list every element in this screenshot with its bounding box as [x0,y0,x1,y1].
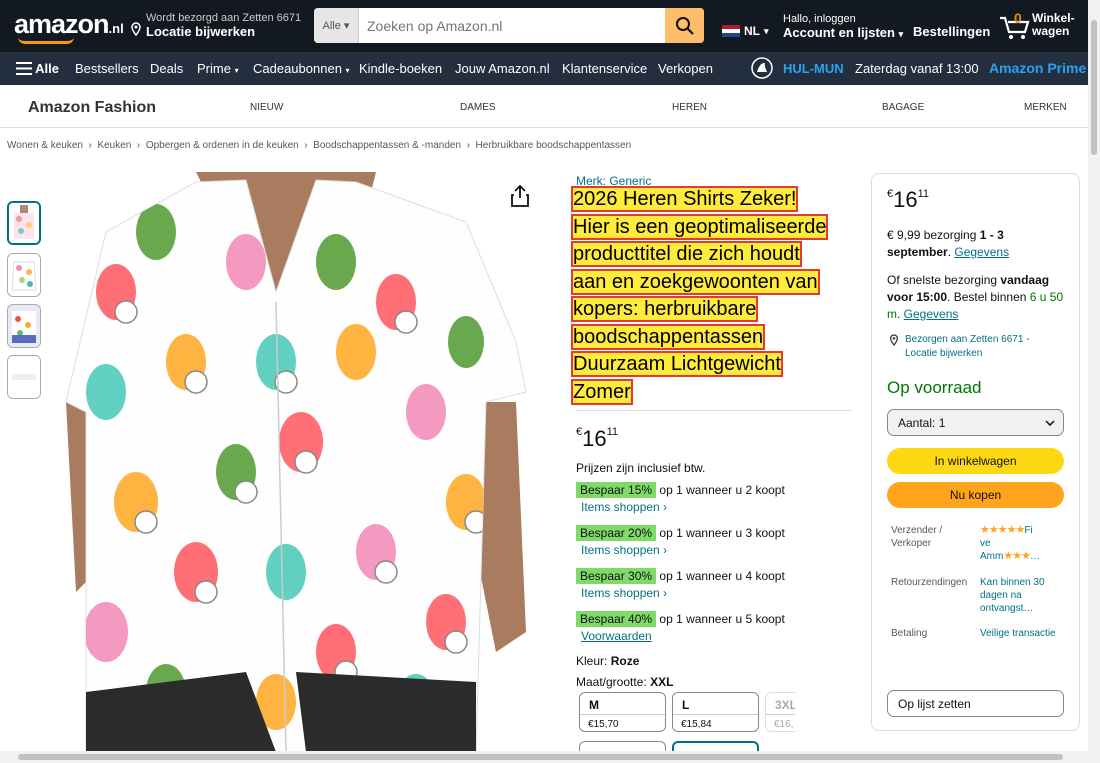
fashion-nav-heren[interactable]: HEREN [672,102,707,113]
shipper-label: Verzender / Verkoper [891,525,943,549]
search-button[interactable] [665,8,704,43]
savings-offer: Bespaar 40% op 1 wanneer u 5 koopt [576,611,785,627]
breadcrumb-item[interactable]: Keuken [97,140,131,151]
shop-items-link[interactable]: Items shoppen › [581,586,667,600]
size-option-l[interactable]: L €15,84 [672,692,759,732]
account-menu[interactable]: Hallo, inloggen Account en lijsten ▾ [783,13,903,40]
nav-cadeaubonnen[interactable]: Cadeaubonnen ▾ [253,61,350,76]
location-pin-icon [130,22,142,39]
size-option-3xl[interactable]: 3XL€16,… [765,692,795,732]
vertical-scrollbar[interactable] [1088,0,1100,763]
savings-offer: Bespaar 30% op 1 wanneer u 4 koopt [576,568,785,584]
divider [576,410,852,411]
search-category-select[interactable]: Alle ▾ [314,8,359,43]
nav-bar: Alle Bestsellers Deals Prime ▾ Cadeaubon… [0,52,1100,85]
all-menu-button[interactable]: Alle [16,61,59,76]
location-pin-icon [890,334,898,346]
conditions-link[interactable]: Voorwaarden [581,629,652,643]
cart-button[interactable]: 0 Winkel-wagen [998,10,1098,42]
add-to-list-button[interactable]: Op lijst zetten [887,690,1064,717]
payment-value[interactable]: Veilige transactie [980,627,1064,640]
vat-note: Prijzen zijn inclusief btw. [576,461,706,475]
rating-stars-icon: ★★★★★ [980,524,1025,536]
language-selector[interactable]: NL ▾ [722,24,769,38]
thumbnail-2[interactable] [7,253,41,297]
search-bar: Alle ▾ [314,8,704,43]
fashion-subnav: Amazon Fashion NIEUW DAMES HEREN BAGAGE … [0,85,1100,128]
breadcrumb-item[interactable]: Boodschappentassen & -manden [313,140,461,151]
payment-label: Betaling [891,628,928,639]
search-input[interactable] [359,8,665,43]
rating-stars-icon: ★★★ [1003,550,1031,562]
top-bar: amazon.nl Wordt bezorgd aan Zetten 6671 … [0,0,1100,52]
chevron-down-icon [1045,420,1055,426]
shipper-value[interactable]: ★★★★★Fi ve Amm★★★… [980,524,1064,563]
amazon-logo[interactable]: amazon.nl [14,9,124,40]
amazon-fashion-link[interactable]: Amazon Fashion [28,99,156,117]
hamburger-icon [16,62,32,75]
cart-label: Winkel-wagen [1032,11,1075,38]
nav-klantenservice[interactable]: Klantenservice [562,61,647,76]
shop-items-link[interactable]: Items shoppen › [581,543,667,557]
product-title: 2026 Heren Shirts Zeker! Hier is een geo… [573,188,827,403]
nl-flag-icon [722,25,740,37]
amazon-prime-promo[interactable]: Amazon Prime [989,60,1086,76]
logo-smile-icon [18,37,74,44]
thumbnail-1[interactable] [7,201,41,245]
quantity-select[interactable]: Aantal: 1 [887,409,1064,436]
premier-league-lion-icon [751,57,773,79]
fastest-delivery-info: Of snelste bezorging vandaag voor 15:00.… [887,273,1064,321]
horizontal-scrollbar[interactable] [0,751,1088,763]
breadcrumb-item[interactable]: Opbergen & ordenen in de keuken [146,140,299,151]
color-selection: Kleur: Roze [576,654,640,668]
search-icon [675,16,694,35]
delivery-info: € 9,99 bezorging 1 - 3 september. Gegeve… [887,228,1010,259]
nav-kindle[interactable]: Kindle-boeken [359,61,442,76]
fashion-nav-dames[interactable]: DAMES [460,102,496,113]
delivery-details-link[interactable]: Gegevens [954,245,1009,259]
nav-deals[interactable]: Deals [150,61,183,76]
size-option-m[interactable]: M €15,70 [579,692,666,732]
size-selection: Maat/grootte: XXL [576,675,674,689]
fashion-nav-merken[interactable]: MERKEN [1024,102,1067,113]
fashion-nav-nieuw[interactable]: NIEUW [250,102,283,113]
fashion-nav-bagage[interactable]: BAGAGE [882,102,924,113]
match-promo[interactable]: HUL-MUN [783,61,844,76]
shop-items-link[interactable]: Items shoppen › [581,500,667,514]
fastest-details-link[interactable]: Gegevens [904,307,959,321]
savings-offer: Bespaar 15% op 1 wanneer u 2 koopt [576,482,785,498]
share-icon[interactable] [509,184,531,208]
nav-prime[interactable]: Prime ▾ [197,61,239,76]
add-to-cart-button[interactable]: In winkelwagen [887,448,1064,474]
savings-offer: Bespaar 20% op 1 wanneer u 3 koopt [576,525,785,541]
breadcrumb-item[interactable]: Herbruikbare boodschappentassen [476,140,632,151]
scrollbar-thumb[interactable] [1091,20,1097,155]
returns-label: Retourzendingen [891,577,968,588]
nav-bestsellers[interactable]: Bestsellers [75,61,139,76]
delivery-line1: Wordt bezorgd aan Zetten 6671 [146,12,302,24]
returns-value[interactable]: Kan binnen 30 dagen na ontvangst… [980,576,1064,615]
nav-verkopen[interactable]: Verkopen [658,61,713,76]
delivery-line2: Locatie bijwerken [146,24,256,39]
thumbnail-4[interactable] [7,355,41,399]
product-price: €1611 [576,426,619,451]
scrollbar-thumb[interactable] [18,754,1063,760]
match-time[interactable]: Zaterdag vanaf 13:00 [855,61,979,76]
product-main-image[interactable] [46,172,544,752]
buybox-price: €1611 [887,187,930,212]
buy-now-button[interactable]: Nu kopen [887,482,1064,508]
orders-link[interactable]: Bestellingen [913,24,990,39]
stock-status: Op voorraad [887,378,982,397]
deliver-to-link[interactable]: Bezorgen aan Zetten 6671 - Locatie bijwe… [889,333,1059,361]
thumbnail-3[interactable] [7,304,41,348]
shirt-photo [46,172,544,752]
nav-jouw-amazon[interactable]: Jouw Amazon.nl [455,61,550,76]
breadcrumb: Wonen & keuken › Keuken › Opbergen & ord… [7,140,632,151]
delivery-location[interactable]: Wordt bezorgd aan Zetten 6671 Locatie bi… [130,12,301,39]
cart-count: 0 [1014,10,1022,26]
breadcrumb-item[interactable]: Wonen & keuken [7,140,83,151]
